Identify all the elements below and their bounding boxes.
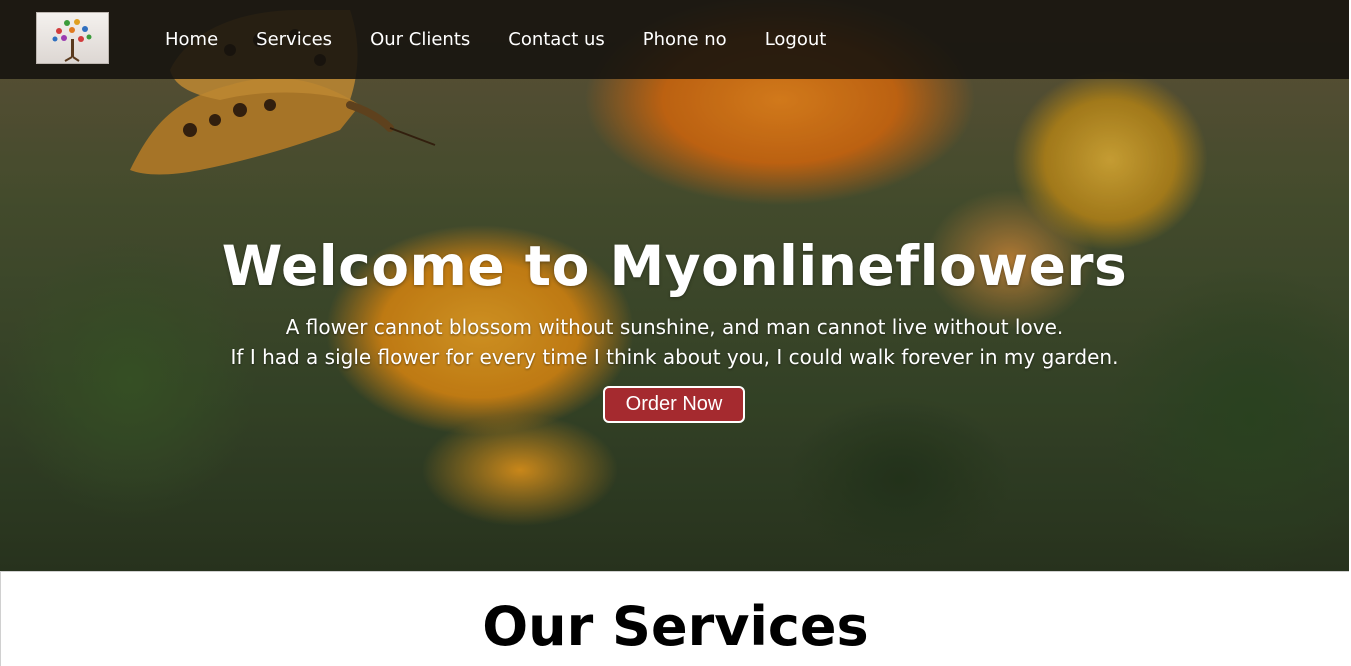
top-navbar: Home Services Our Clients Contact us Pho… [0, 0, 1349, 79]
nav-logout[interactable]: Logout [746, 27, 846, 53]
nav-contact-us[interactable]: Contact us [489, 27, 624, 53]
nav-services[interactable]: Services [237, 27, 351, 53]
services-section: Our Services [0, 571, 1349, 666]
nav-phone-no[interactable]: Phone no [624, 27, 746, 53]
site-logo[interactable] [36, 12, 109, 64]
nav-home[interactable]: Home [146, 27, 237, 53]
hero-quote-line-1: A flower cannot blossom without sunshine… [285, 315, 1064, 339]
tree-logo-icon [52, 19, 92, 62]
nav-links: Home Services Our Clients Contact us Pho… [146, 27, 845, 53]
page: Home Services Our Clients Contact us Pho… [0, 0, 1351, 666]
hero-title: Welcome to Myonlineflowers [221, 234, 1128, 298]
hero-quote-line-2: If I had a sigle flower for every time I… [230, 345, 1119, 369]
nav-our-clients[interactable]: Our Clients [351, 27, 489, 53]
services-heading: Our Services [482, 595, 869, 658]
order-now-button[interactable]: Order Now [603, 386, 745, 423]
